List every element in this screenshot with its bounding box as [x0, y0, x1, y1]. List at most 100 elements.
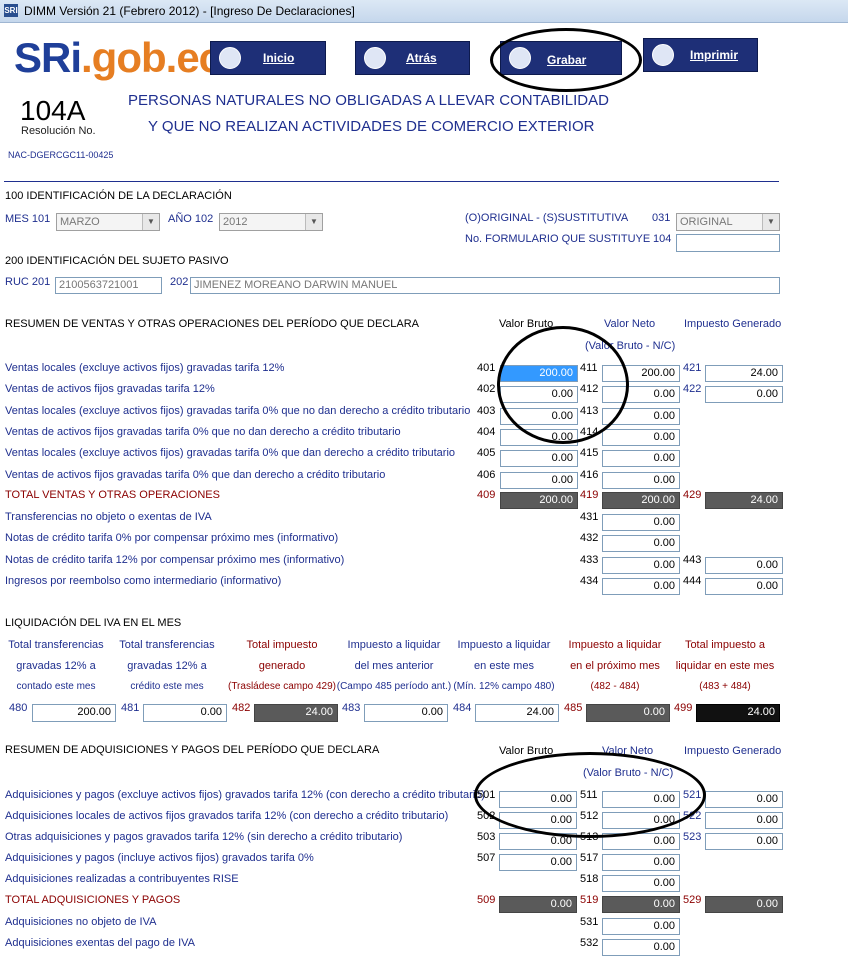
adq-impuesto-input[interactable]: 0.00 [705, 812, 783, 829]
ventas-impuesto-input[interactable]: 24.00 [705, 365, 783, 382]
original-select[interactable]: ORIGINAL ▼ [676, 213, 780, 231]
ventas-extra-input[interactable]: 0.00 [602, 578, 680, 595]
adq-row-label: Adquisiciones y pagos (excluye activos f… [5, 789, 485, 801]
ventas-row-label: Ventas de activos fijos gravadas tarifa … [5, 469, 386, 481]
adq-impuesto-input[interactable]: 0.00 [705, 833, 783, 850]
adq-extra-input[interactable]: 0.00 [602, 918, 680, 935]
liq-header-h1: Impuesto a liquidar [457, 639, 551, 651]
home-icon [219, 47, 241, 69]
liq-input[interactable]: 0.00 [364, 704, 448, 722]
imprimir-button[interactable]: Imprimir [643, 38, 758, 72]
adq-neto-input[interactable]: 0.00 [602, 854, 680, 871]
ventas-code-bruto: 404 [477, 426, 496, 438]
chevron-down-icon: ▼ [762, 214, 779, 230]
adq-extra-input[interactable]: 0.00 [602, 939, 680, 956]
ventas-extra-code: 431 [580, 511, 599, 523]
window-title: DIMM Versión 21 (Febrero 2012) - [Ingres… [24, 4, 355, 18]
liq-input[interactable]: 200.00 [32, 704, 116, 722]
ventas-extra-input-imp[interactable]: 0.00 [705, 557, 783, 574]
resolucion-label: Resolución No. [21, 125, 96, 137]
liq-input[interactable]: 24.00 [475, 704, 559, 722]
ventas-extra-label: Transferencias no objeto o exentas de IV… [5, 511, 212, 523]
liq-input: 24.00 [696, 704, 780, 722]
ventas-neto-input[interactable]: 0.00 [602, 472, 680, 489]
liq-code: 480 [9, 702, 28, 714]
ventas-code-impuesto: 421 [683, 362, 702, 374]
form-sustituye-code: 104 [653, 233, 672, 245]
ventas-extra-code: 432 [580, 532, 599, 544]
orig-label: (O)ORIGINAL - (S)SUSTITUTIVA [465, 212, 629, 224]
ventas-code-bruto: 401 [477, 362, 496, 374]
ventas-extra-input[interactable]: 0.00 [602, 514, 680, 531]
ventas-neto-input[interactable]: 0.00 [602, 450, 680, 467]
liq-header-h3: (Campo 485 período ant.) [336, 681, 452, 692]
annotation-oval-valor-bruto [497, 326, 629, 444]
ventas-neto-input[interactable]: 0.00 [602, 429, 680, 446]
ventas-extra-input[interactable]: 0.00 [602, 535, 680, 552]
liq-header-h3: (483 + 484) [699, 681, 751, 692]
name-code: 202 [170, 276, 189, 288]
liq-header-h2: gravadas 12% a [127, 660, 207, 672]
adq-extra-label: Adquisiciones exentas del pago de IVA [5, 937, 195, 949]
name-input[interactable]: JIMENEZ MOREANO DARWIN MANUEL [190, 277, 780, 294]
adq-extra-code: 531 [580, 916, 599, 928]
ventas-bruto-input[interactable]: 0.00 [500, 472, 578, 489]
ventas-total-impuesto: 24.00 [705, 492, 783, 509]
liq-header-h2: en el próximo mes [570, 660, 660, 672]
ventas-row-label: Ventas locales (excluye activos fijos) g… [5, 447, 456, 459]
form-sustituye-label: No. FORMULARIO QUE SUSTITUYE [465, 233, 651, 245]
adq-row-label: Adquisiciones realizadas a contribuyente… [5, 873, 239, 885]
adq-bruto-input[interactable]: 0.00 [499, 854, 577, 871]
back-icon [364, 47, 386, 69]
annotation-oval-adquisiciones [474, 752, 706, 838]
ventas-extra-code-imp: 444 [683, 575, 702, 587]
ventas-code-neto: 416 [580, 469, 599, 481]
ventas-code-bruto: 403 [477, 405, 496, 417]
liq-header-h2: en este mes [474, 660, 534, 672]
liq-header-h1: Impuesto a liquidar [347, 639, 441, 651]
form-number: 104A [20, 95, 86, 126]
liq-code: 483 [342, 702, 361, 714]
form-heading-line1: PERSONAS NATURALES NO OBLIGADAS A LLEVAR… [128, 92, 609, 109]
ruc-label: RUC 201 [5, 276, 51, 288]
liq-input[interactable]: 0.00 [143, 704, 227, 722]
form-sustituye-input[interactable] [676, 234, 780, 252]
liq-header-h3: crédito este mes [130, 681, 204, 692]
ventas-total-bruto: 200.00 [500, 492, 578, 509]
ventas-extra-input[interactable]: 0.00 [602, 557, 680, 574]
ruc-input[interactable]: 2100563721001 [55, 277, 162, 294]
atras-button[interactable]: Atrás [355, 41, 470, 75]
ventas-bruto-input[interactable]: 0.00 [500, 450, 578, 467]
ventas-extra-label: Notas de crédito tarifa 12% por compensa… [5, 554, 345, 566]
liq-header-h1: Impuesto a liquidar [568, 639, 662, 651]
anio-select[interactable]: 2012 ▼ [219, 213, 323, 231]
ventas-extra-code-imp: 443 [683, 554, 702, 566]
mes-select[interactable]: MARZO ▼ [56, 213, 160, 231]
ventas-row-label: Ventas locales (excluye activos fijos) g… [5, 405, 471, 417]
ventas-row-label: Ventas locales (excluye activos fijos) g… [5, 362, 285, 374]
atras-label: Atrás [406, 51, 437, 65]
adq-total-code-bruto: 509 [477, 894, 496, 906]
inicio-button[interactable]: Inicio [210, 41, 326, 75]
section-ident-title: 100 IDENTIFICACIÓN DE LA DECLARACIÓN [5, 190, 232, 202]
liq-code: 485 [564, 702, 583, 714]
chevron-down-icon: ▼ [142, 214, 159, 230]
adq-impuesto-input[interactable]: 0.00 [705, 791, 783, 808]
adq-extra-label: Adquisiciones no objeto de IVA [5, 916, 157, 928]
ventas-total-code-neto: 419 [580, 489, 599, 501]
liq-input: 24.00 [254, 704, 338, 722]
liq-header-h1: Total impuesto a [684, 639, 766, 651]
adq-total-code-neto: 519 [580, 894, 599, 906]
ventas-total-neto: 200.00 [602, 492, 680, 509]
section-liquidacion-title: LIQUIDACIÓN DEL IVA EN EL MES [5, 617, 182, 629]
ventas-extra-input-imp[interactable]: 0.00 [705, 578, 783, 595]
liq-header-h2: del mes anterior [354, 660, 434, 672]
ventas-code-impuesto: 422 [683, 383, 702, 395]
liq-header-h2: gravadas 12% a [16, 660, 96, 672]
col-valor-neto: Valor Neto [604, 318, 656, 330]
ventas-impuesto-input[interactable]: 0.00 [705, 386, 783, 403]
liq-header-h2: generado [258, 660, 306, 672]
ventas-total-code-bruto: 409 [477, 489, 496, 501]
adq-neto-input[interactable]: 0.00 [602, 875, 680, 892]
orig-code: 031 [652, 212, 671, 224]
